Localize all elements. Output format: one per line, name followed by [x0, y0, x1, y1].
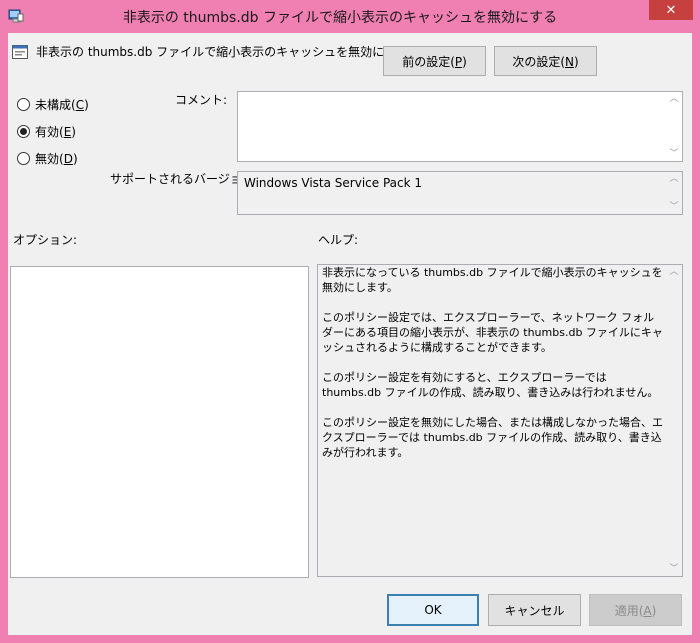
- dialog-window: 非表示の thumbs.db ファイルで縮小表示のキャッシュを無効にする ✕ 非…: [0, 0, 700, 643]
- comment-label: コメント:: [175, 93, 228, 107]
- policy-name: 非表示の thumbs.db ファイルで縮小表示のキャッシュを無効にする: [36, 45, 409, 59]
- title-bar[interactable]: 非表示の thumbs.db ファイルで縮小表示のキャッシュを無効にする ✕: [0, 0, 700, 33]
- apply-label: 適用(A): [614, 603, 657, 618]
- radio-circle-checked[interactable]: [17, 125, 30, 138]
- help-text: 非表示になっている thumbs.db ファイルで縮小表示のキャッシュを無効にし…: [322, 265, 664, 475]
- help-paragraph: このポリシー設定を無効にした場合、または構成しなかった場合、エクスプローラーでは…: [322, 416, 663, 459]
- scroll-up-icon[interactable]: ︿: [669, 265, 678, 279]
- ok-button[interactable]: OK: [387, 594, 479, 626]
- options-label: オプション:: [13, 233, 78, 247]
- radio-not-configured[interactable]: 未構成(C): [17, 96, 89, 113]
- radio-label: 無効(D): [35, 152, 78, 166]
- radio-disabled[interactable]: 無効(D): [17, 150, 78, 167]
- help-label: ヘルプ:: [318, 233, 359, 247]
- next-setting-button[interactable]: 次の設定(N): [494, 46, 597, 76]
- help-paragraph: このポリシー設定を有効にすると、エクスプローラーでは thumbs.db ファイ…: [322, 371, 659, 399]
- help-pane: 非表示になっている thumbs.db ファイルで縮小表示のキャッシュを無効にし…: [317, 264, 683, 577]
- group-policy-editor-icon: [8, 9, 24, 23]
- window-title: 非表示の thumbs.db ファイルで縮小表示のキャッシュを無効にする: [122, 10, 558, 26]
- supported-on-value: Windows Vista Service Pack 1: [244, 176, 422, 190]
- help-paragraph: このポリシー設定では、エクスプローラーで、ネットワーク フォルダーにある項目の縮…: [322, 311, 663, 354]
- policy-setting-icon: [12, 44, 28, 59]
- previous-setting-button[interactable]: 前の設定(P): [383, 46, 486, 76]
- radio-label: 未構成(C): [35, 98, 89, 112]
- close-icon: ✕: [665, 2, 677, 18]
- options-pane: [10, 266, 309, 578]
- help-paragraph: 非表示になっている thumbs.db ファイルで縮小表示のキャッシュを無効にし…: [322, 266, 663, 294]
- dialog-client-area: 非表示の thumbs.db ファイルで縮小表示のキャッシュを無効にする 前の設…: [8, 33, 692, 635]
- radio-circle[interactable]: [17, 152, 30, 165]
- comment-textarea[interactable]: ︿ ﹀: [237, 91, 683, 162]
- cancel-button[interactable]: キャンセル: [488, 594, 581, 626]
- radio-circle[interactable]: [17, 98, 30, 111]
- supported-on-label: サポートされるバージョン:: [110, 172, 258, 186]
- scroll-up-icon[interactable]: ︿: [669, 92, 678, 106]
- supported-on-field: Windows Vista Service Pack 1 ︿ ﹀: [237, 171, 683, 215]
- scroll-down-icon[interactable]: ﹀: [669, 200, 678, 214]
- apply-button: 適用(A): [589, 594, 682, 626]
- next-setting-label: 次の設定(N): [512, 54, 579, 69]
- comment-scrollbar[interactable]: ︿ ﹀: [666, 92, 682, 161]
- close-button[interactable]: ✕: [649, 0, 693, 20]
- radio-label: 有効(E): [35, 125, 76, 139]
- policy-header: 非表示の thumbs.db ファイルで縮小表示のキャッシュを無効にする: [12, 43, 408, 60]
- help-scrollbar[interactable]: ︿ ﹀: [666, 265, 682, 576]
- scroll-down-icon[interactable]: ﹀: [669, 147, 678, 161]
- previous-setting-label: 前の設定(P): [402, 54, 467, 69]
- radio-enabled[interactable]: 有効(E): [17, 123, 76, 140]
- supported-on-scrollbar[interactable]: ︿ ﹀: [666, 172, 682, 214]
- scroll-up-icon[interactable]: ︿: [669, 172, 678, 186]
- scroll-down-icon[interactable]: ﹀: [669, 562, 678, 576]
